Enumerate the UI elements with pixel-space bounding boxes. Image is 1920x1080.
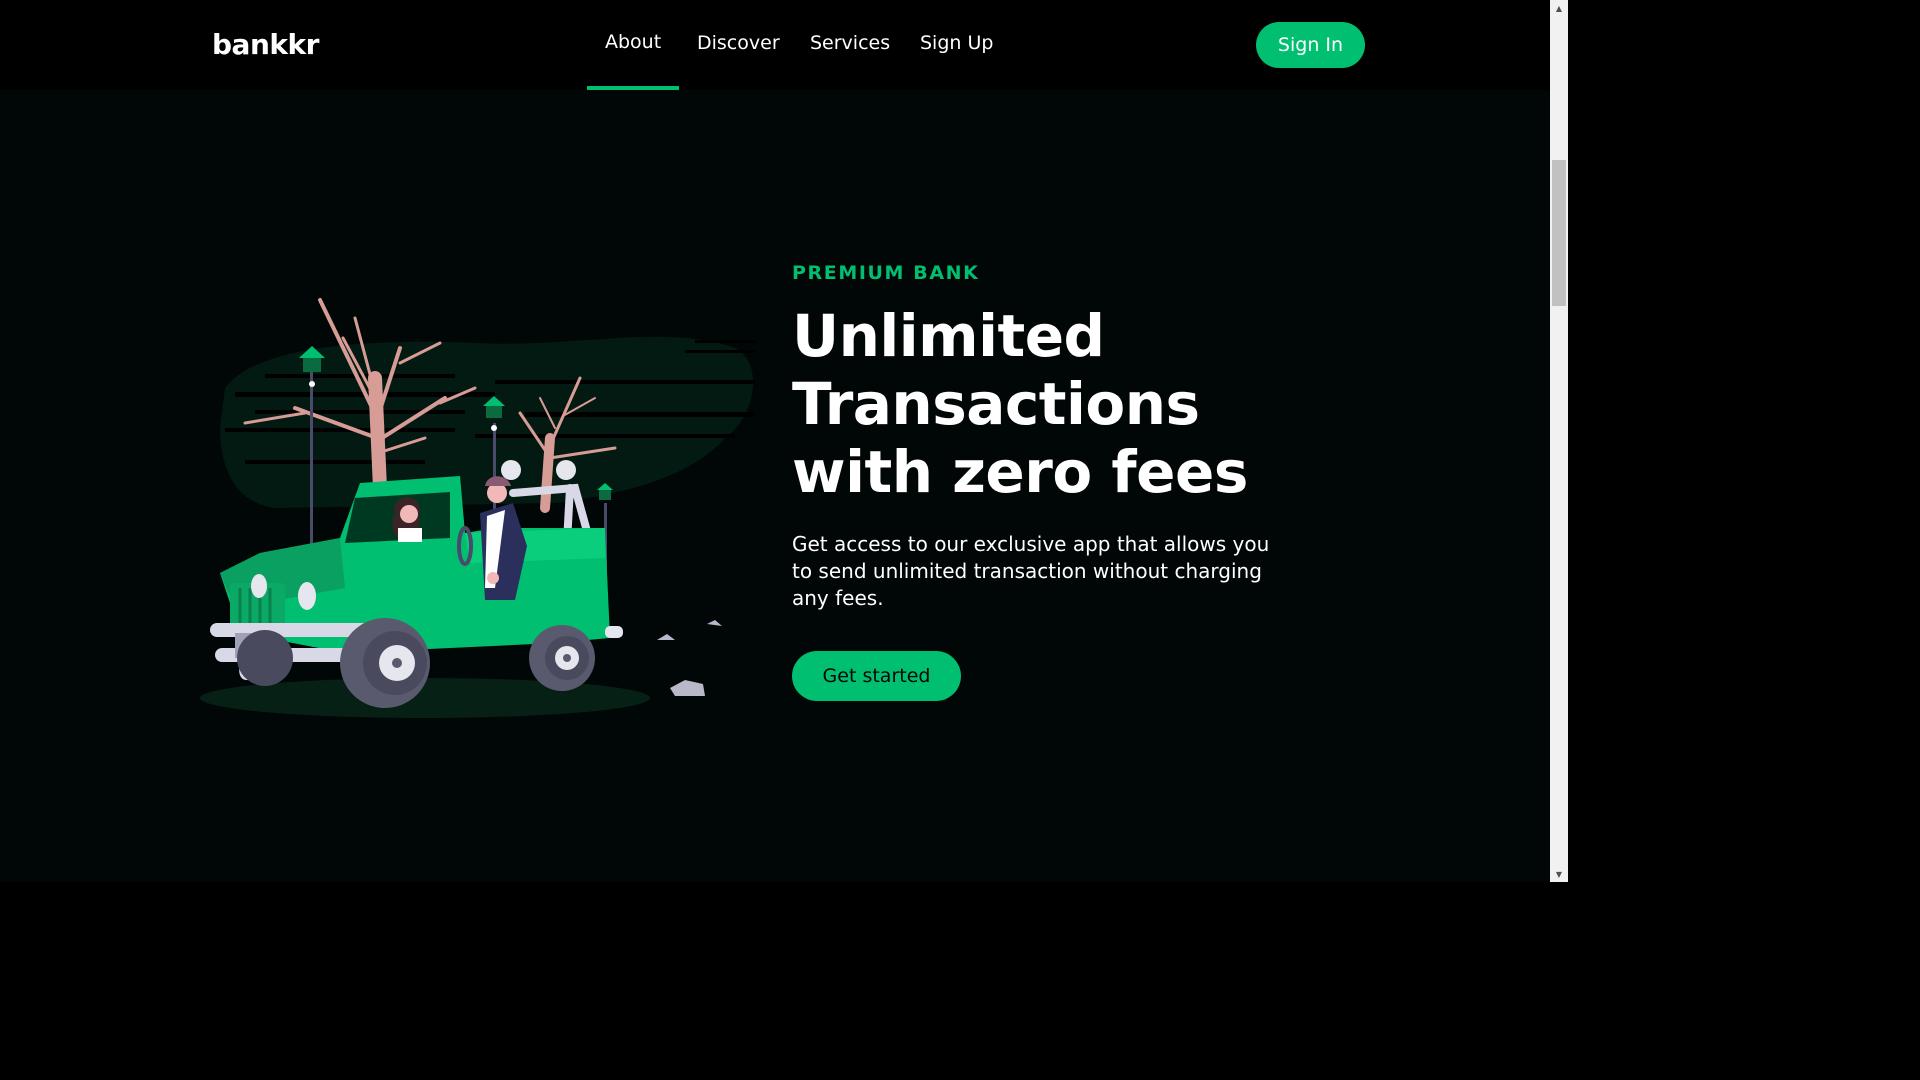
navbar: bankkr About Discover Services Sign Up S… (0, 0, 1550, 90)
scrollbar-thumb[interactable] (1552, 160, 1566, 306)
vertical-scrollbar[interactable]: ▲ ▼ (1550, 0, 1568, 882)
hero-topline: PREMIUM BANK (792, 262, 980, 284)
hero-subtitle: Get access to our exclusive app that all… (792, 532, 1270, 610)
scroll-down-arrow-icon[interactable]: ▼ (1550, 866, 1568, 882)
scroll-up-arrow-icon[interactable]: ▲ (1550, 0, 1568, 16)
hero-heading: Unlimited Transactions with zero fees (792, 302, 1248, 506)
nav-item-discover[interactable]: Discover (697, 32, 780, 54)
nav-item-about[interactable]: About (605, 31, 661, 53)
nav-item-sign-up[interactable]: Sign Up (920, 32, 993, 54)
green-jeep-with-couple-icon (195, 288, 765, 732)
sign-in-button[interactable]: Sign In (1256, 22, 1365, 68)
logo[interactable]: bankkr (212, 28, 319, 61)
get-started-button[interactable]: Get started (792, 651, 961, 701)
nav-item-services[interactable]: Services (810, 32, 890, 54)
